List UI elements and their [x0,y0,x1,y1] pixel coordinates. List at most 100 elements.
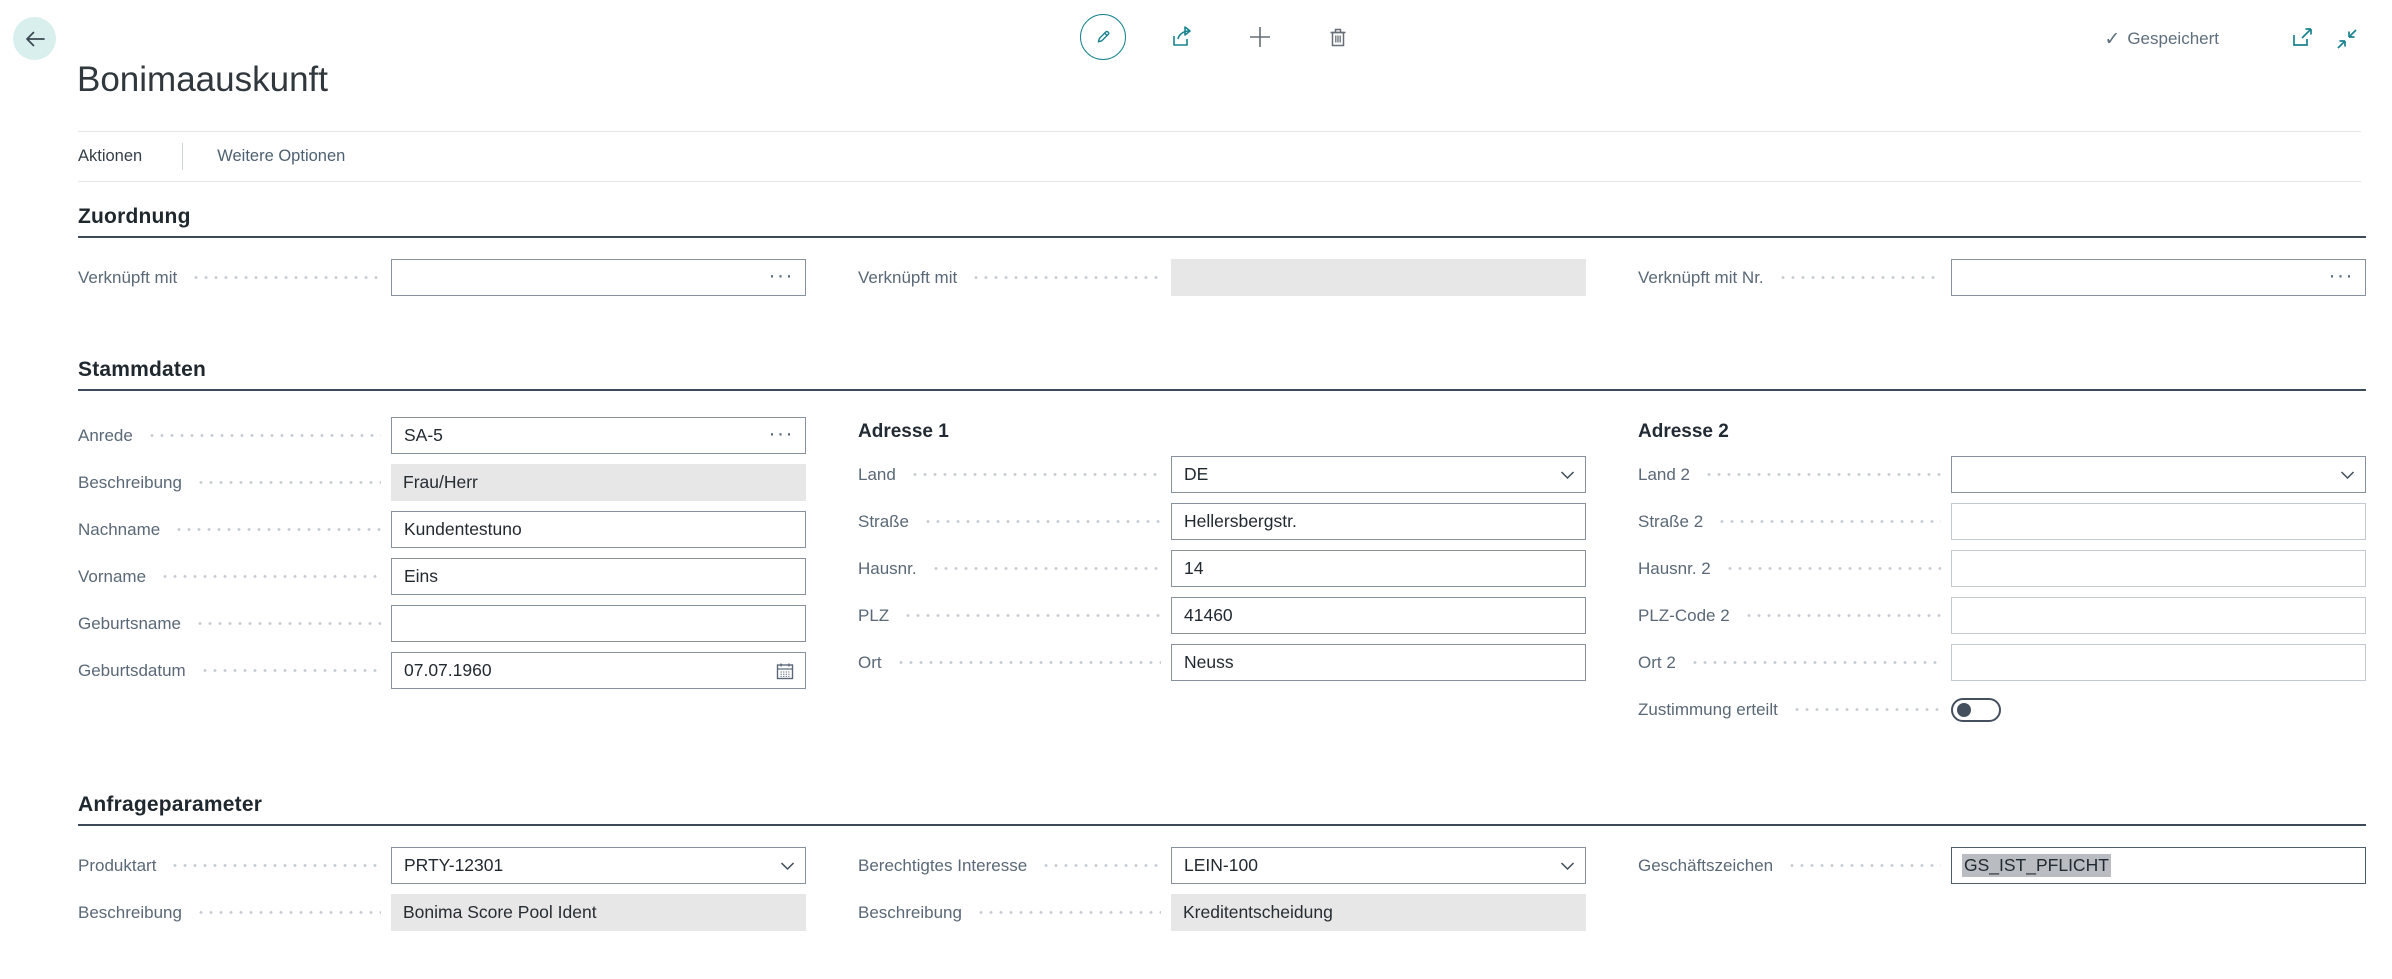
field-berechtigtes-interesse: Berechtigtes Interesse [858,847,1586,884]
page-title: Bonimaauskunft [77,60,328,100]
strasse-input-box[interactable] [1171,503,1586,540]
plz2-input[interactable] [1952,598,2365,633]
field-strasse2: Straße 2 [1638,503,2366,540]
calendar-icon[interactable] [775,661,795,681]
field-label: Beschreibung [78,903,182,923]
saved-label: Gespeichert [2127,29,2219,49]
section-heading-stammdaten: Stammdaten [78,358,2366,391]
geschaeftszeichen-selected-text[interactable]: GS_IST_PFLICHT [1962,854,2111,877]
dotted-leader [147,434,381,437]
strasse2-input[interactable] [1952,504,2365,539]
dotted-leader [195,622,381,625]
hausnr2-input-box[interactable] [1951,550,2366,587]
dotted-leader [1725,567,1941,570]
field-label: Ort [858,653,882,673]
delete-button[interactable] [1316,14,1360,60]
nachname-input[interactable] [392,512,805,547]
berechtigtes-interesse-select-box[interactable] [1171,847,1586,884]
stammdaten-col-adresse2: Adresse 2 Land 2 Straße 2 [1638,417,2366,738]
section-heading-anfrageparameter: Anfrageparameter [78,793,2366,826]
field-label: Land [858,465,896,485]
land-select-box[interactable] [1171,456,1586,493]
field-label: PLZ-Code 2 [1638,606,1730,626]
land2-select-box[interactable] [1951,456,2366,493]
new-record-button[interactable] [1238,14,1282,60]
assist-edit-icon[interactable]: ··· [2329,264,2354,285]
land-select[interactable] [1172,457,1585,492]
dotted-leader [196,481,381,484]
geburtsname-input-box[interactable] [391,605,806,642]
field-label: Nachname [78,520,160,540]
ort2-input[interactable] [1952,645,2365,680]
assist-edit-icon[interactable]: ··· [769,264,794,285]
vorname-input-box[interactable] [391,558,806,595]
land2-select[interactable] [1952,457,2365,492]
popout-button[interactable] [2288,24,2318,54]
verknuepft-mit-input[interactable] [392,260,805,295]
dotted-leader [174,528,381,531]
dotted-leader [971,276,1161,279]
berechtigtes-interesse-select[interactable] [1172,848,1585,883]
verknuepft-mit-nr-input-box[interactable]: ··· [1951,259,2366,296]
produktart-select-box[interactable] [391,847,806,884]
share-icon [1168,23,1196,51]
ort-input-box[interactable] [1171,644,1586,681]
hausnr2-input[interactable] [1952,551,2365,586]
chevron-down-icon[interactable] [1560,470,1575,479]
plz-input[interactable] [1172,598,1585,633]
plz-input-box[interactable] [1171,597,1586,634]
stammdaten-col-person: Anrede ··· Beschreibung Frau/Herr Nachna… [78,417,806,699]
geburtsdatum-input[interactable] [392,653,805,688]
field-label: PLZ [858,606,889,626]
field-land2: Land 2 [1638,456,2366,493]
chevron-down-icon[interactable] [780,861,795,870]
field-strasse: Straße [858,503,1586,540]
geburtsdatum-input-box[interactable] [391,652,806,689]
collapse-icon [2334,26,2360,52]
edit-button[interactable] [1080,14,1126,60]
verknuepft-mit-nr-input[interactable] [1952,260,2365,295]
strasse2-input-box[interactable] [1951,503,2366,540]
assist-edit-icon[interactable]: ··· [769,422,794,443]
dotted-leader [170,864,381,867]
menu-weitere-optionen[interactable]: Weitere Optionen [217,147,345,166]
verknuepft-mit-input-box[interactable]: ··· [391,259,806,296]
hausnr-input-box[interactable] [1171,550,1586,587]
geburtsname-input[interactable] [392,606,805,641]
produktart-select[interactable] [392,848,805,883]
group-header-adresse1: Adresse 1 [858,417,1586,446]
dotted-leader [1778,276,1941,279]
chevron-down-icon[interactable] [1560,861,1575,870]
chevron-down-icon[interactable] [2340,470,2355,479]
pencil-icon [1091,25,1115,49]
hausnr-input[interactable] [1172,551,1585,586]
zustimmung-toggle[interactable] [1951,698,2001,722]
open-in-new-window-icon [2290,26,2316,52]
collapse-button[interactable] [2332,24,2362,54]
dotted-leader [1792,708,1941,711]
toggle-knob [1957,703,1971,717]
back-button[interactable] [13,17,56,60]
strasse-input[interactable] [1172,504,1585,539]
menu-separator [182,143,183,170]
share-button[interactable] [1160,14,1204,60]
field-label: Straße [858,512,909,532]
field-label: Verknüpft mit [858,268,957,288]
anrede-input[interactable] [392,418,805,453]
back-arrow-icon [22,26,48,52]
field-hausnr2: Hausnr. 2 [1638,550,2366,587]
dotted-leader [896,661,1161,664]
ort2-input-box[interactable] [1951,644,2366,681]
menu-aktionen[interactable]: Aktionen [78,147,142,166]
nachname-input-box[interactable] [391,511,806,548]
anrede-input-box[interactable]: ··· [391,417,806,454]
vorname-input[interactable] [392,559,805,594]
geschaeftszeichen-input-box[interactable]: GS_IST_PFLICHT [1951,847,2366,884]
section-zuordnung: Zuordnung Verknüpft mit ··· Verknüpft mi… [78,205,2366,306]
field-label: Geburtsdatum [78,661,186,681]
ort-input[interactable] [1172,645,1585,680]
plz2-input-box[interactable] [1951,597,2366,634]
field-geschaeftszeichen: Geschäftszeichen GS_IST_PFLICHT [1638,847,2366,884]
field-label: Straße 2 [1638,512,1703,532]
dotted-leader [200,669,381,672]
